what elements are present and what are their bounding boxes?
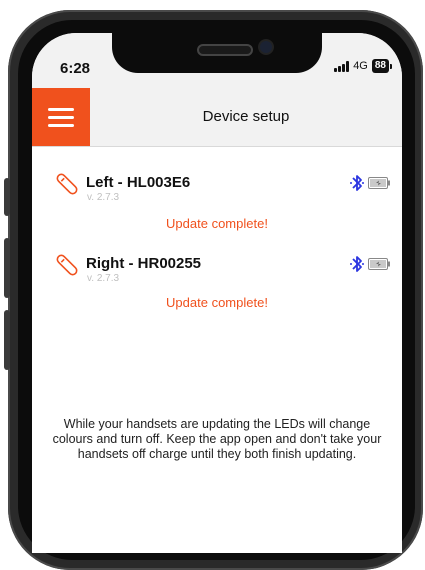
battery-charging-icon	[368, 258, 390, 270]
device-version: v. 2.7.3	[87, 192, 120, 203]
battery-tip-icon	[390, 63, 392, 69]
device-row-left[interactable]: Left - HL003E6 v. 2.7.3	[54, 171, 390, 203]
bluetooth-icon	[350, 175, 364, 191]
update-status-right: Update complete!	[166, 295, 268, 310]
phone-side-button	[4, 310, 10, 370]
hamburger-icon	[48, 107, 74, 111]
device-name: Right - HR00255	[86, 255, 202, 272]
device-row-right[interactable]: Right - HR00255 v. 2.7.3	[54, 252, 390, 284]
update-info-message: While your handsets are updating the LED…	[52, 417, 382, 461]
update-status-left: Update complete!	[166, 216, 268, 231]
handset-icon	[56, 173, 78, 195]
front-camera	[260, 41, 272, 53]
app-header: Device setup	[32, 88, 402, 147]
battery-charging-icon	[368, 177, 390, 189]
phone-side-button	[4, 178, 10, 216]
page-title: Device setup	[202, 108, 290, 125]
device-version: v. 2.7.3	[87, 273, 120, 284]
handset-icon	[56, 254, 78, 276]
bluetooth-icon	[350, 256, 364, 272]
hamburger-icon	[48, 123, 74, 127]
battery-level: 88	[371, 59, 389, 73]
status-time: 6:28	[60, 60, 91, 77]
speaker-grille	[197, 44, 253, 56]
app-screen: 6:28 4G 88 Device setup Left - HL003E6 v…	[32, 33, 402, 553]
status-indicators: 4G 88	[334, 59, 392, 73]
signal-icon	[334, 60, 350, 72]
menu-button[interactable]	[32, 88, 90, 146]
device-name: Left - HL003E6	[86, 174, 191, 191]
hamburger-icon	[48, 115, 74, 119]
network-type: 4G	[353, 60, 368, 72]
phone-side-button	[4, 238, 10, 298]
phone-notch	[112, 33, 322, 73]
